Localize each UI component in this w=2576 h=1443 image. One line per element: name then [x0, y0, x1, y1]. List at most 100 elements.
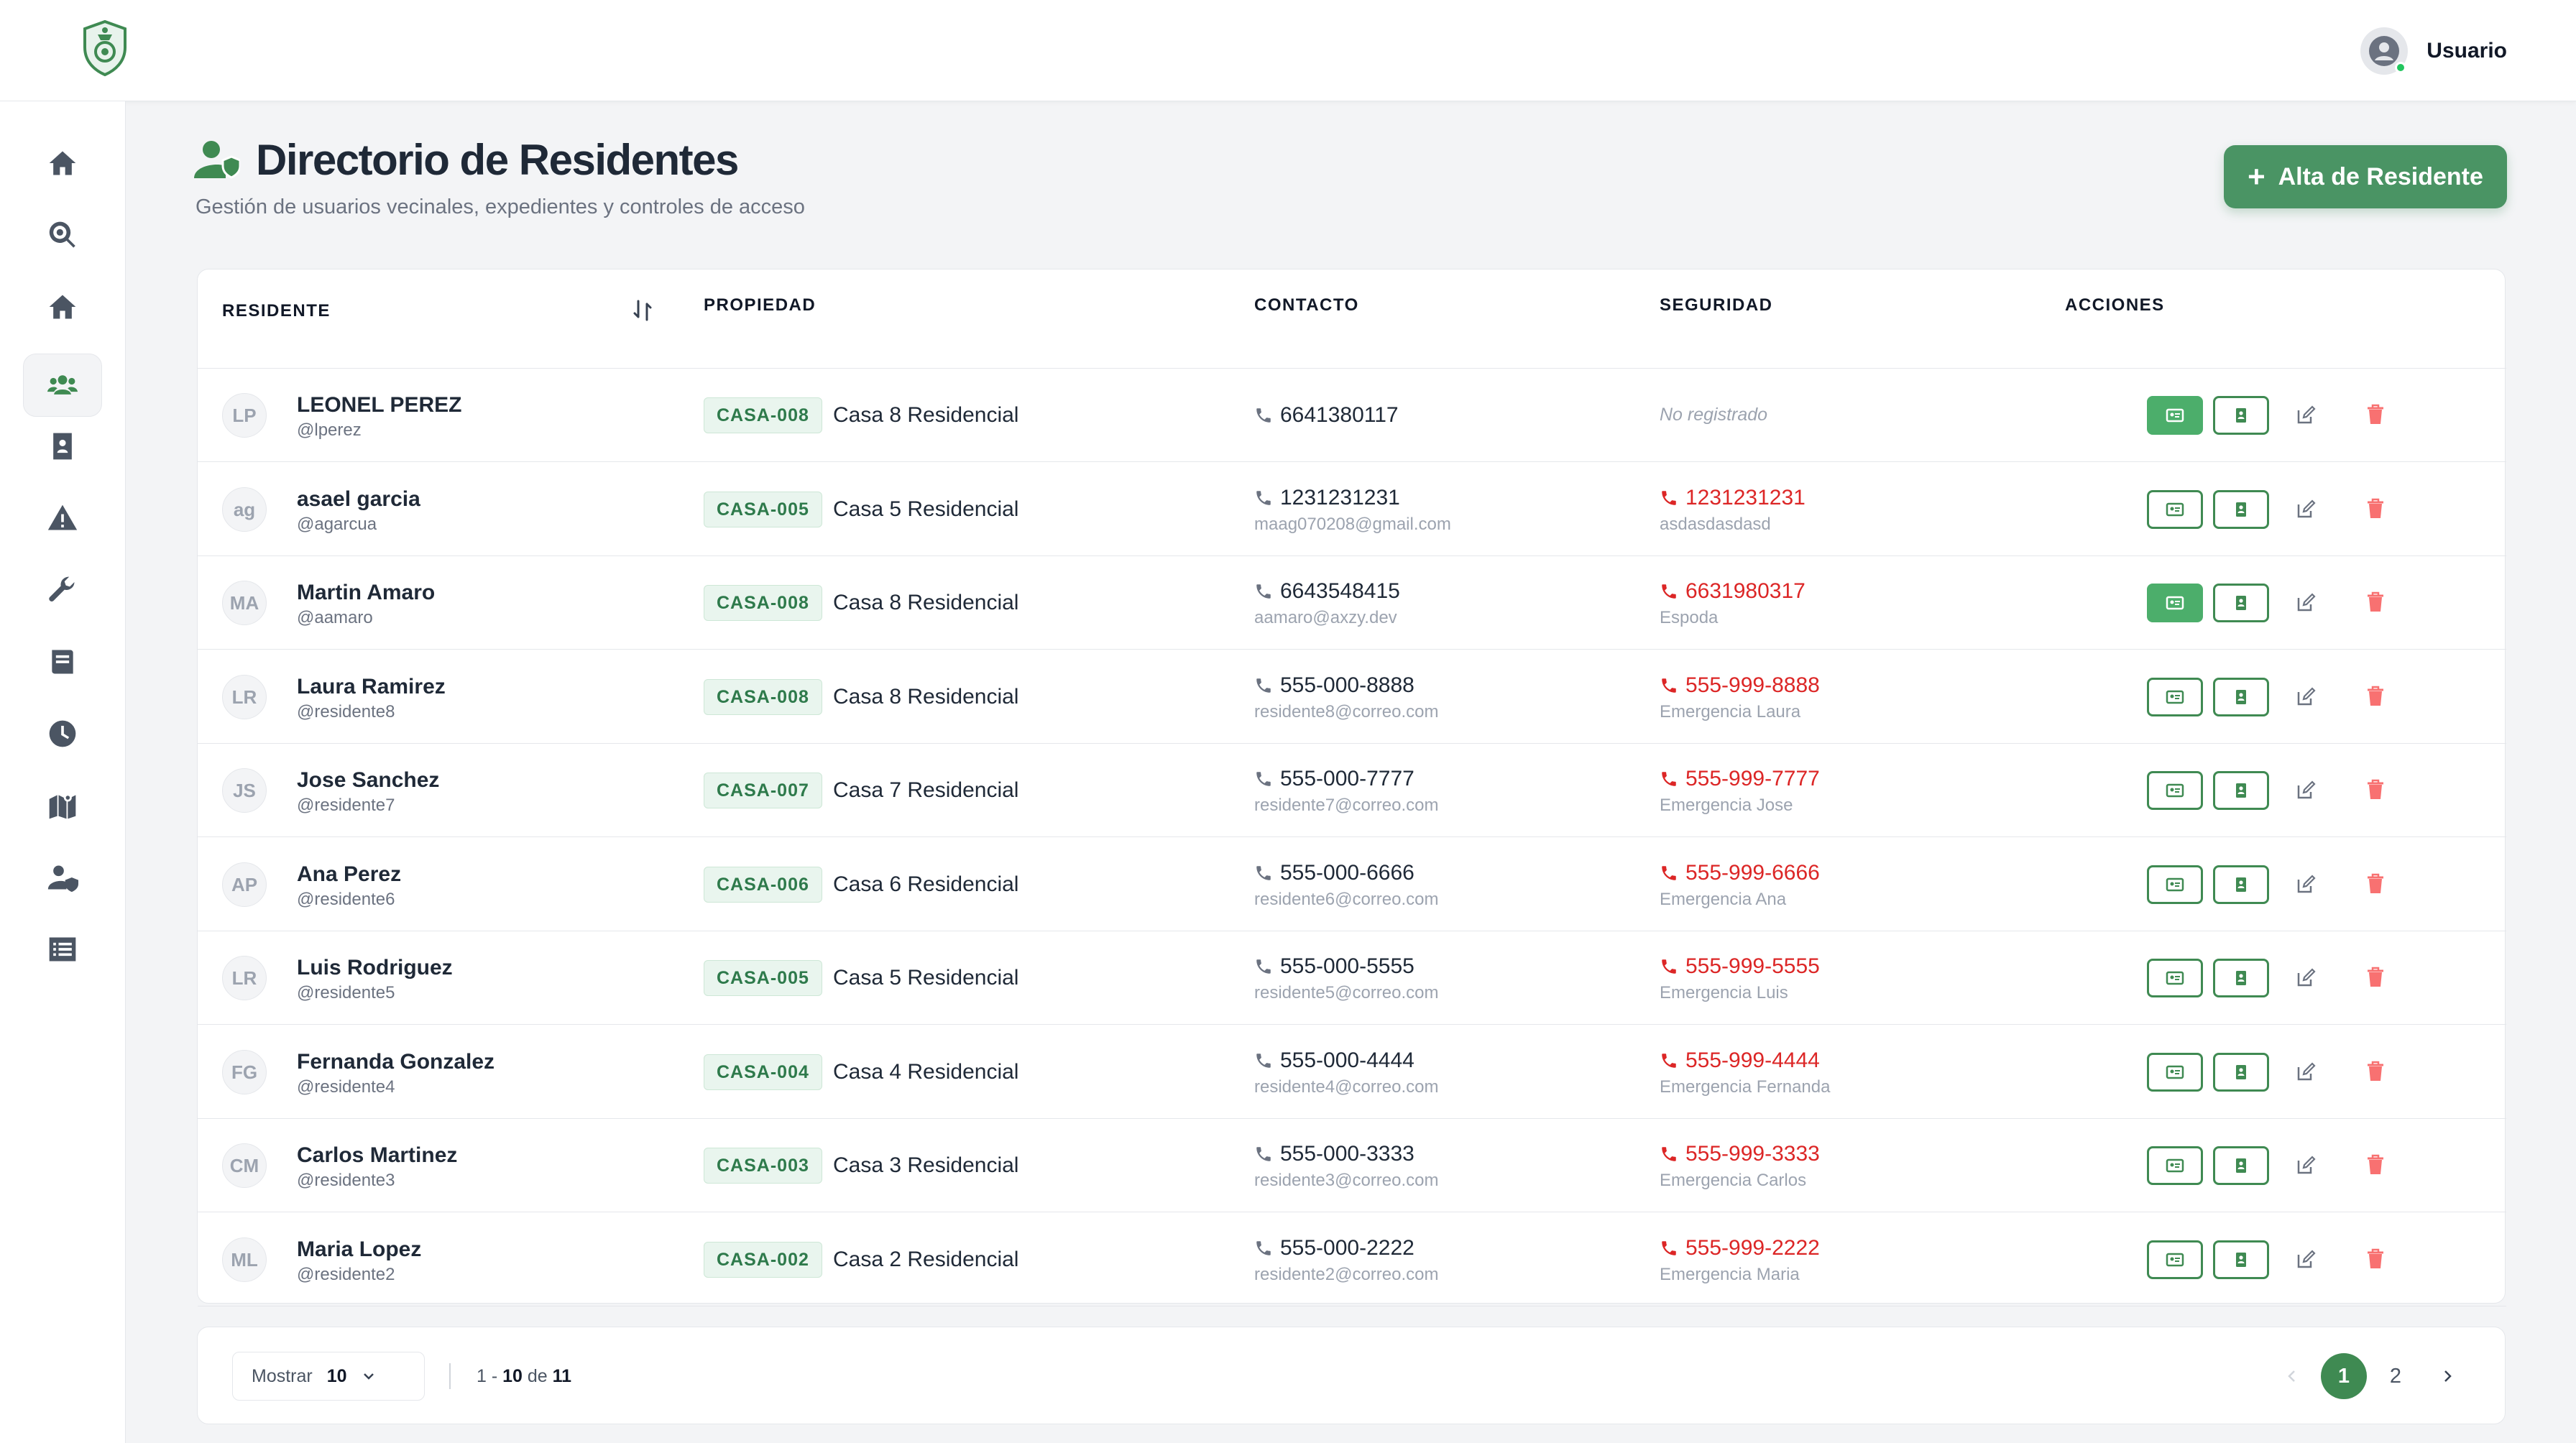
access-card-button[interactable] — [2147, 1053, 2203, 1092]
edit-icon[interactable] — [2295, 874, 2317, 895]
record-button[interactable] — [2213, 678, 2269, 716]
record-button[interactable] — [2213, 1240, 2269, 1279]
property-code-badge: CASA-003 — [704, 1148, 822, 1184]
trash-icon[interactable] — [2365, 403, 2386, 426]
nav-residents[interactable] — [23, 354, 102, 417]
resident-username: @residente6 — [297, 890, 395, 909]
table-row[interactable]: ag asael garcia @agarcua CASA-005 Casa 5 Res… — [198, 463, 2506, 556]
trash-icon[interactable] — [2365, 1248, 2386, 1271]
contact-phone-number: 555-000-7777 — [1280, 767, 1414, 790]
nav-list[interactable] — [23, 918, 102, 981]
page-size-select[interactable]: Mostrar 10 — [232, 1352, 425, 1401]
access-card-button[interactable] — [2147, 396, 2203, 435]
user-menu[interactable]: Usuario — [2360, 27, 2507, 75]
trash-icon[interactable] — [2365, 497, 2386, 520]
access-card-button[interactable] — [2147, 865, 2203, 904]
access-card-button[interactable] — [2147, 959, 2203, 997]
edit-icon[interactable] — [2295, 405, 2317, 426]
contact-phone-number: 1231231231 — [1280, 486, 1400, 510]
table-row[interactable]: LR Luis Rodriguez @residente5 CASA-005 Casa … — [198, 931, 2506, 1025]
resident-name: Laura Ramirez — [297, 675, 446, 699]
add-resident-button[interactable]: + Alta de Residente — [2224, 145, 2507, 208]
record-button[interactable] — [2213, 1053, 2269, 1092]
phone-icon — [1662, 678, 1676, 693]
access-card-button[interactable] — [2147, 490, 2203, 529]
edit-icon[interactable] — [2295, 1249, 2317, 1271]
trash-icon[interactable] — [2365, 1060, 2386, 1083]
table-row[interactable]: LP LEONEL PEREZ @lperez CASA-008 Casa 8 Resi… — [198, 369, 2506, 462]
property-code-badge: CASA-008 — [704, 397, 822, 433]
access-card-button[interactable] — [2147, 584, 2203, 622]
edit-icon[interactable] — [2295, 1155, 2317, 1176]
map-icon — [49, 793, 76, 819]
nav-logbook[interactable] — [23, 630, 102, 693]
nav-properties[interactable] — [23, 275, 102, 338]
nav-home[interactable] — [23, 132, 102, 195]
pagination-bar: Mostrar 10 1 - 10 de 11 1 2 — [197, 1327, 2506, 1424]
resident-avatar: CM — [222, 1143, 267, 1188]
nav-maintenance[interactable] — [23, 558, 102, 622]
trash-icon[interactable] — [2365, 1153, 2386, 1176]
emergency-phone: 555-999-3333 — [1660, 1142, 1820, 1166]
edit-icon[interactable] — [2295, 592, 2317, 614]
nav-alerts[interactable] — [23, 487, 102, 550]
table-row[interactable]: JS Jose Sanchez @residente7 CASA-007 Casa 7 … — [198, 744, 2506, 837]
table-row[interactable]: ML Maria Lopez @residente2 CASA-002 Casa 2 R… — [198, 1213, 2506, 1306]
sort-icon[interactable] — [632, 298, 653, 323]
contact-card-icon — [2236, 1253, 2246, 1267]
table-row[interactable]: MA Martin Amaro @aamaro CASA-008 Casa 8 Resi… — [198, 556, 2506, 650]
page-button-1[interactable]: 1 — [2321, 1353, 2367, 1399]
sidebar — [0, 101, 126, 1443]
emergency-contact-name: Emergencia Maria — [1660, 1265, 1800, 1284]
edit-icon[interactable] — [2295, 499, 2317, 520]
column-header-residente[interactable]: RESIDENTE — [222, 301, 331, 321]
id-card-icon — [2166, 502, 2184, 517]
nav-history[interactable] — [23, 702, 102, 765]
results-range: 1 - 10 de 11 — [477, 1366, 572, 1386]
record-button[interactable] — [2213, 1146, 2269, 1185]
record-button[interactable] — [2213, 584, 2269, 622]
nav-map[interactable] — [23, 774, 102, 837]
emergency-contact-name: Emergencia Fernanda — [1660, 1077, 1831, 1097]
resident-username: @lperez — [297, 420, 362, 440]
trash-icon[interactable] — [2365, 778, 2386, 801]
nav-search[interactable] — [23, 203, 102, 267]
trash-icon[interactable] — [2365, 685, 2386, 708]
table-row[interactable]: CM Carlos Martinez @residente3 CASA-003 Casa… — [198, 1119, 2506, 1212]
resident-username: @residente3 — [297, 1171, 395, 1190]
range-start: 1 — [477, 1366, 487, 1386]
trash-icon[interactable] — [2365, 966, 2386, 989]
edit-icon[interactable] — [2295, 967, 2317, 989]
user-avatar[interactable] — [2360, 27, 2409, 75]
range-of: de — [527, 1366, 548, 1386]
contact-book-icon — [53, 433, 72, 460]
access-card-button[interactable] — [2147, 678, 2203, 716]
table-row[interactable]: FG Fernanda Gonzalez @residente4 CASA-004 Ca… — [198, 1025, 2506, 1119]
emergency-phone-number: 555-999-8888 — [1685, 673, 1820, 697]
contact-email: residente8@correo.com — [1254, 702, 1439, 722]
access-card-button[interactable] — [2147, 1240, 2203, 1279]
record-button[interactable] — [2213, 865, 2269, 904]
record-button[interactable] — [2213, 490, 2269, 529]
nav-user-security[interactable] — [23, 846, 102, 909]
record-button[interactable] — [2213, 396, 2269, 435]
user-shield-icon — [47, 865, 78, 893]
access-card-button[interactable] — [2147, 1146, 2203, 1185]
edit-icon[interactable] — [2295, 1061, 2317, 1083]
app-logo[interactable] — [79, 19, 131, 78]
table-row[interactable]: AP Ana Perez @residente6 CASA-006 Casa 6 Res… — [198, 838, 2506, 931]
record-button[interactable] — [2213, 959, 2269, 997]
edit-icon[interactable] — [2295, 780, 2317, 801]
nav-records[interactable] — [23, 415, 102, 478]
edit-icon[interactable] — [2295, 686, 2317, 708]
page-button-2[interactable]: 2 — [2373, 1353, 2419, 1399]
table-row[interactable]: LR Laura Ramirez @residente8 CASA-008 Casa 8… — [198, 650, 2506, 744]
next-page-button[interactable] — [2424, 1353, 2470, 1399]
emergency-not-registered: No registrado — [1660, 405, 1768, 425]
trash-icon[interactable] — [2365, 591, 2386, 614]
access-card-button[interactable] — [2147, 771, 2203, 810]
record-button[interactable] — [2213, 771, 2269, 810]
contact-card-icon — [2236, 502, 2246, 517]
trash-icon[interactable] — [2365, 872, 2386, 895]
prev-page-button[interactable] — [2269, 1353, 2315, 1399]
